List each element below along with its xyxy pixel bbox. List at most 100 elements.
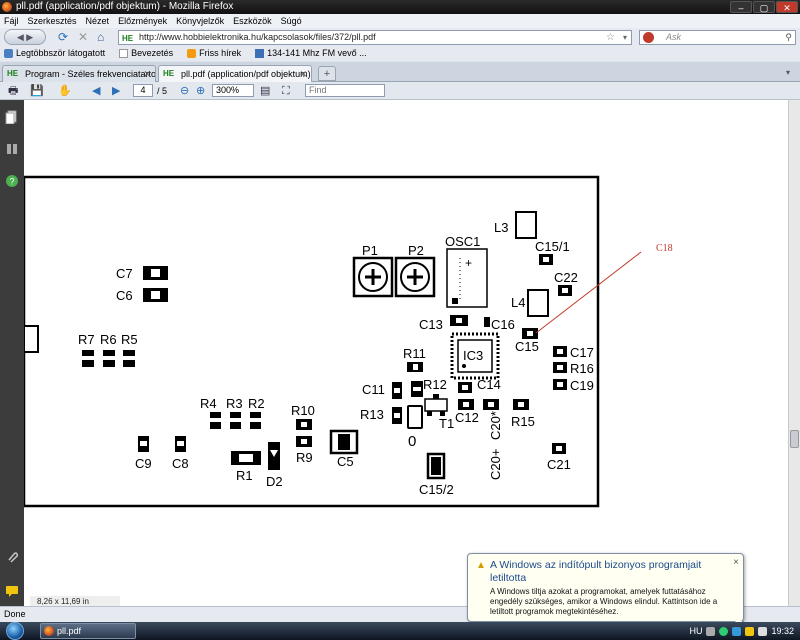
minimize-button[interactable]: – xyxy=(730,1,752,13)
menu-bookmarks[interactable]: Könyvjelzők xyxy=(176,14,224,28)
pcb-label-r10: R10 xyxy=(291,403,315,418)
tab-bar: HE Program - Széles frekvenciatartomá...… xyxy=(0,62,800,82)
bookmark-latest-headlines[interactable]: Friss hírek xyxy=(187,46,241,61)
bookmark-star-icon[interactable]: ☆ xyxy=(606,31,615,44)
menu-help[interactable]: Súgó xyxy=(281,14,302,28)
help-icon[interactable]: ? xyxy=(5,174,19,188)
system-tray: HU 19:32 xyxy=(689,622,800,640)
pdf-page[interactable]: + C7 C6 R7 R6 R5 P1 P2 OSC1 L3 C15/1 C22… xyxy=(24,100,788,606)
vertical-scrollbar[interactable] xyxy=(788,100,800,606)
back-forward-button[interactable]: ◀ ▶ xyxy=(4,29,46,45)
pcb-label-ic3: IC3 xyxy=(463,348,483,363)
pad-c15-gap xyxy=(527,331,533,336)
tab-close-icon[interactable]: ✕ xyxy=(299,66,307,82)
pcb-label-c15-1: C15/1 xyxy=(535,239,570,254)
notification-close-button[interactable]: × xyxy=(733,557,739,568)
pcb-label-r5: R5 xyxy=(121,332,138,347)
bookmark-icon xyxy=(4,49,13,58)
pcb-label-p2: P2 xyxy=(408,243,424,258)
notification-title: ▲ A Windows az indítópult bizonyos progr… xyxy=(476,559,735,585)
pad-r3-gap xyxy=(230,418,241,422)
ic3-pin1-dot xyxy=(462,364,466,368)
tray-network-icon[interactable] xyxy=(732,626,742,636)
pcb-label-c16: C16 xyxy=(491,317,515,332)
taskbar-item-firefox[interactable]: pll.pdf (application/... xyxy=(40,623,136,639)
url-dropdown-icon[interactable]: ▾ xyxy=(623,31,627,44)
firefox-icon xyxy=(44,626,54,636)
search-box[interactable]: Ask ⚲ xyxy=(639,30,796,45)
previous-page-icon[interactable]: ◀ xyxy=(92,84,100,98)
page-number-input[interactable]: 4 xyxy=(133,84,153,97)
tray-antivirus-icon[interactable] xyxy=(719,626,729,636)
tab-list-button[interactable]: ▾ xyxy=(780,66,796,81)
pad-r6-gap xyxy=(103,356,115,360)
zoom-out-icon[interactable]: ⊖ xyxy=(180,84,189,98)
home-icon[interactable]: ⌂ xyxy=(97,30,104,44)
menu-file[interactable]: Fájl xyxy=(4,14,19,28)
hand-tool-icon[interactable]: ✋ xyxy=(58,84,72,98)
pad-r5-gap xyxy=(123,356,135,360)
menu-tools[interactable]: Eszközök xyxy=(233,14,272,28)
new-tab-button[interactable]: + xyxy=(318,66,336,81)
bookmark-getting-started[interactable]: Bevezetés xyxy=(119,46,173,61)
tab-close-icon[interactable]: ✕ xyxy=(143,66,151,82)
magnifier-icon[interactable]: ⚲ xyxy=(785,31,792,44)
pcb-label-c13: C13 xyxy=(419,317,443,332)
tab-pll-pdf[interactable]: HE pll.pdf (application/pdf objektum) ✕ xyxy=(158,65,312,82)
fit-width-icon[interactable]: ▤ xyxy=(260,84,270,98)
pad-c7-gap xyxy=(151,269,160,277)
menu-bar: Fájl Szerkesztés Nézet Előzmények Könyvj… xyxy=(0,14,800,28)
find-input[interactable]: Find xyxy=(305,84,385,97)
zoom-in-icon[interactable]: ⊕ xyxy=(196,84,205,98)
pcb-label-r15: R15 xyxy=(511,414,535,429)
print-icon[interactable]: 🖶 xyxy=(8,84,18,98)
pad-r12-gap xyxy=(413,387,421,391)
menu-view[interactable]: Nézet xyxy=(86,14,110,28)
pcb-label-r7: R7 xyxy=(78,332,95,347)
tab-favicon: HE xyxy=(163,69,175,78)
reload-icon[interactable]: ⟳ xyxy=(58,30,68,44)
fit-page-icon[interactable]: ⛶ xyxy=(282,84,290,98)
window-controls: – ▢ ✕ xyxy=(730,1,798,13)
zoom-select[interactable]: 300% xyxy=(212,84,254,97)
bookmark-most-visited[interactable]: Legtöbbször látogatott xyxy=(4,46,105,61)
oscillator-plus-mark: + xyxy=(465,256,472,270)
maximize-button[interactable]: ▢ xyxy=(753,1,775,13)
bookmarks-icon[interactable] xyxy=(5,142,19,156)
annotation-label-c18: C18 xyxy=(656,243,673,254)
pages-icon[interactable] xyxy=(5,110,19,124)
search-placeholder: Ask xyxy=(666,32,682,42)
save-icon[interactable]: 💾 xyxy=(30,84,44,98)
pad-c11-gap xyxy=(394,388,400,393)
tray-warning-icon[interactable] xyxy=(745,626,755,636)
pad-r2-gap xyxy=(250,418,261,422)
capacitor-c5-fill xyxy=(338,434,350,450)
next-page-icon[interactable]: ▶ xyxy=(112,84,120,98)
pcb-label-c21: C21 xyxy=(547,457,571,472)
search-engine-icon[interactable] xyxy=(643,32,654,43)
capacitor-zero xyxy=(407,405,423,429)
comment-icon[interactable] xyxy=(5,584,19,598)
pcb-label-r11: R11 xyxy=(403,346,426,361)
start-button[interactable] xyxy=(6,622,24,640)
pad-c22-gap xyxy=(562,288,568,293)
close-button[interactable]: ✕ xyxy=(776,1,798,13)
menu-history[interactable]: Előzmények xyxy=(118,14,167,28)
tray-volume-icon[interactable] xyxy=(758,626,768,636)
bookmark-fm-receiver[interactable]: 134-141 Mhz FM vevő ... xyxy=(255,46,367,61)
window-title: pll.pdf (application/pdf objektum) - Moz… xyxy=(16,1,234,12)
pad-c16 xyxy=(484,317,490,327)
tab-program[interactable]: HE Program - Széles frekvenciatartomá...… xyxy=(2,65,156,82)
tray-arrow-icon[interactable] xyxy=(706,626,716,636)
menu-edit[interactable]: Szerkesztés xyxy=(28,14,77,28)
attachment-icon[interactable] xyxy=(5,550,19,564)
stop-icon[interactable]: ✕ xyxy=(78,30,88,44)
pcb-label-r3: R3 xyxy=(226,396,243,411)
startup-blocked-notification[interactable]: ▲ A Windows az indítópult bizonyos progr… xyxy=(467,553,744,630)
clock[interactable]: 19:32 xyxy=(771,626,794,636)
language-indicator[interactable]: HU xyxy=(689,626,702,636)
scrollbar-thumb[interactable] xyxy=(790,430,799,448)
url-bar[interactable]: HE http://www.hobbielektronika.hu/kapcso… xyxy=(118,30,632,45)
pcb-label-c5: C5 xyxy=(337,454,354,469)
pcb-label-c20-star: C20* xyxy=(488,411,503,440)
